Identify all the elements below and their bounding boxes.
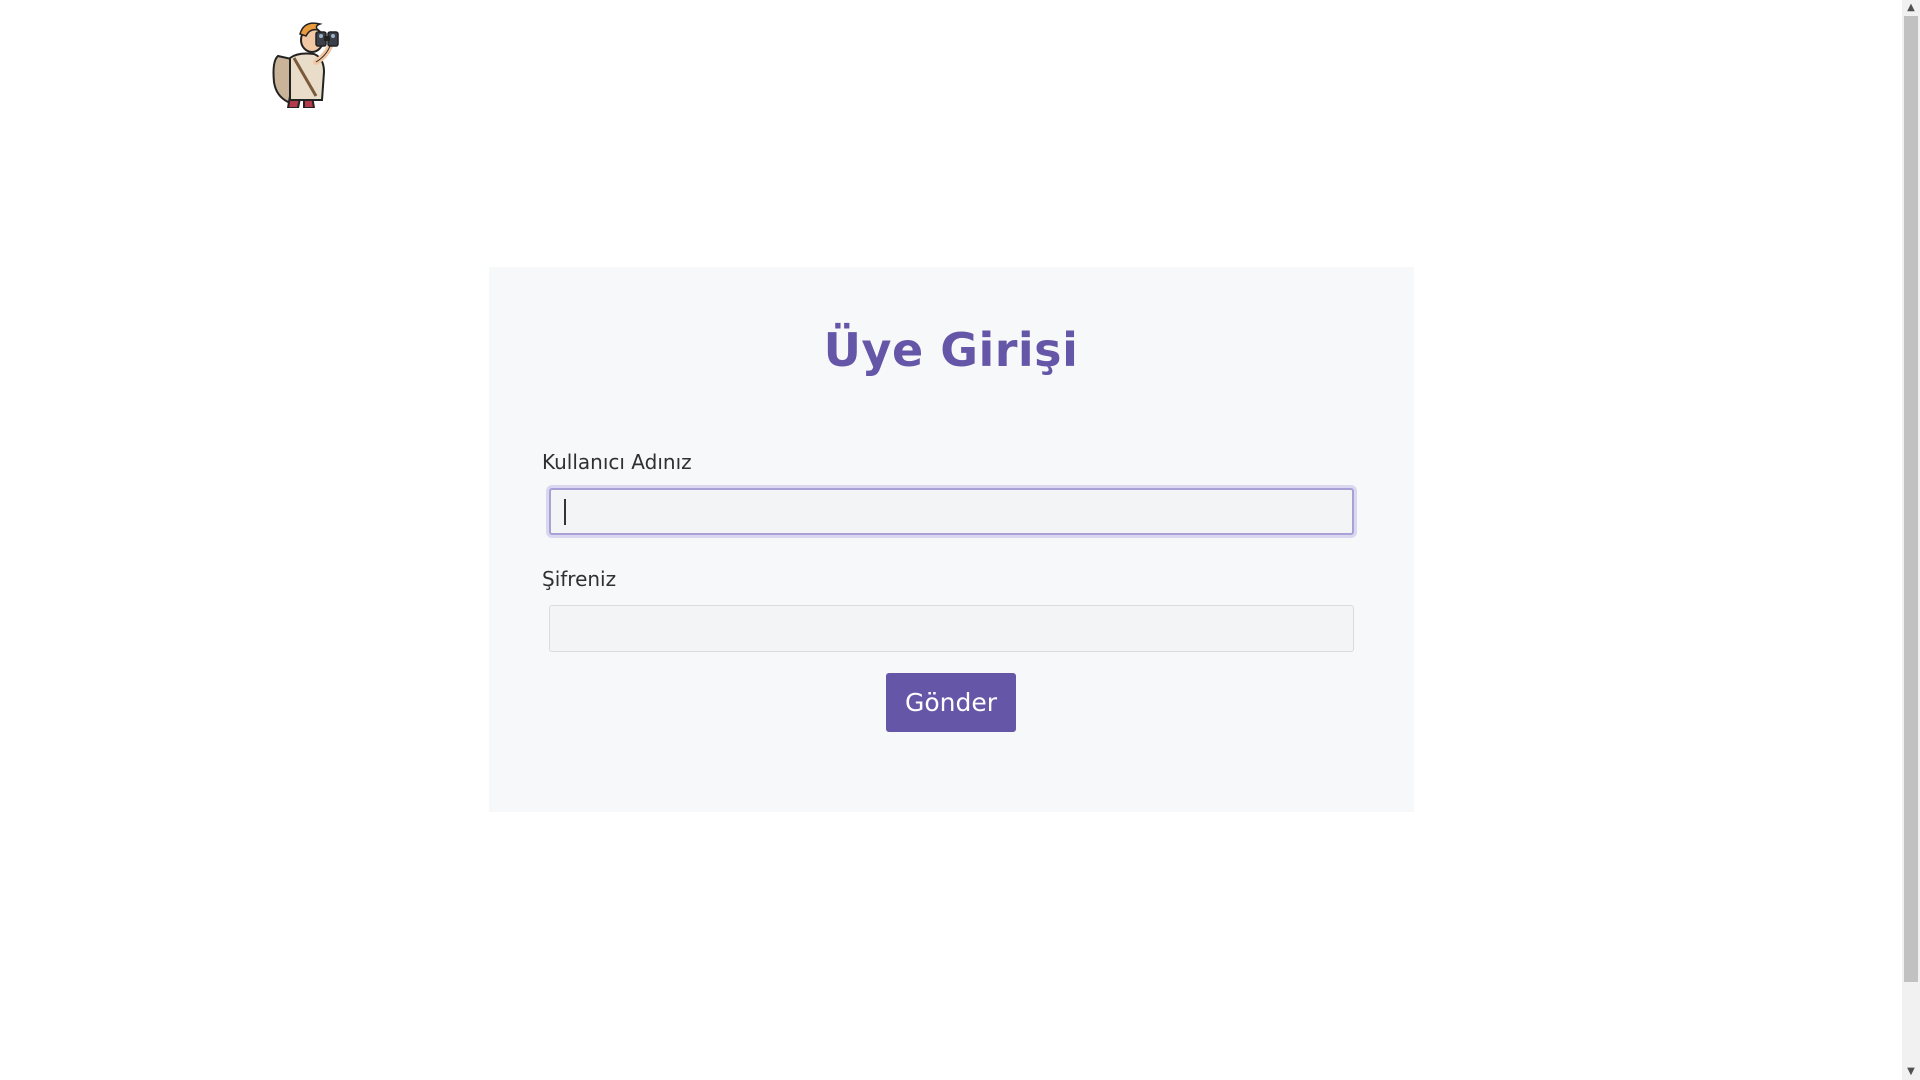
password-label: Şifreniz [542, 567, 617, 591]
text-caret [564, 499, 566, 525]
chevron-up-icon[interactable]: ▲ [1902, 0, 1920, 16]
vertical-scrollbar[interactable]: ▲ ▼ [1902, 0, 1920, 1080]
chevron-down-icon[interactable]: ▼ [1902, 1064, 1920, 1080]
explorer-logo-icon[interactable] [268, 16, 348, 109]
submit-button[interactable]: Gönder [886, 673, 1016, 732]
password-field[interactable] [549, 605, 1354, 652]
page-title: Üye Girişi [823, 323, 1079, 377]
login-page: Üye Girişi Kullanıcı Adınız Şifreniz Gön… [0, 0, 1902, 1080]
username-field[interactable] [549, 488, 1354, 535]
scrollbar-thumb[interactable] [1904, 16, 1918, 982]
username-label: Kullanıcı Adınız [542, 450, 692, 474]
